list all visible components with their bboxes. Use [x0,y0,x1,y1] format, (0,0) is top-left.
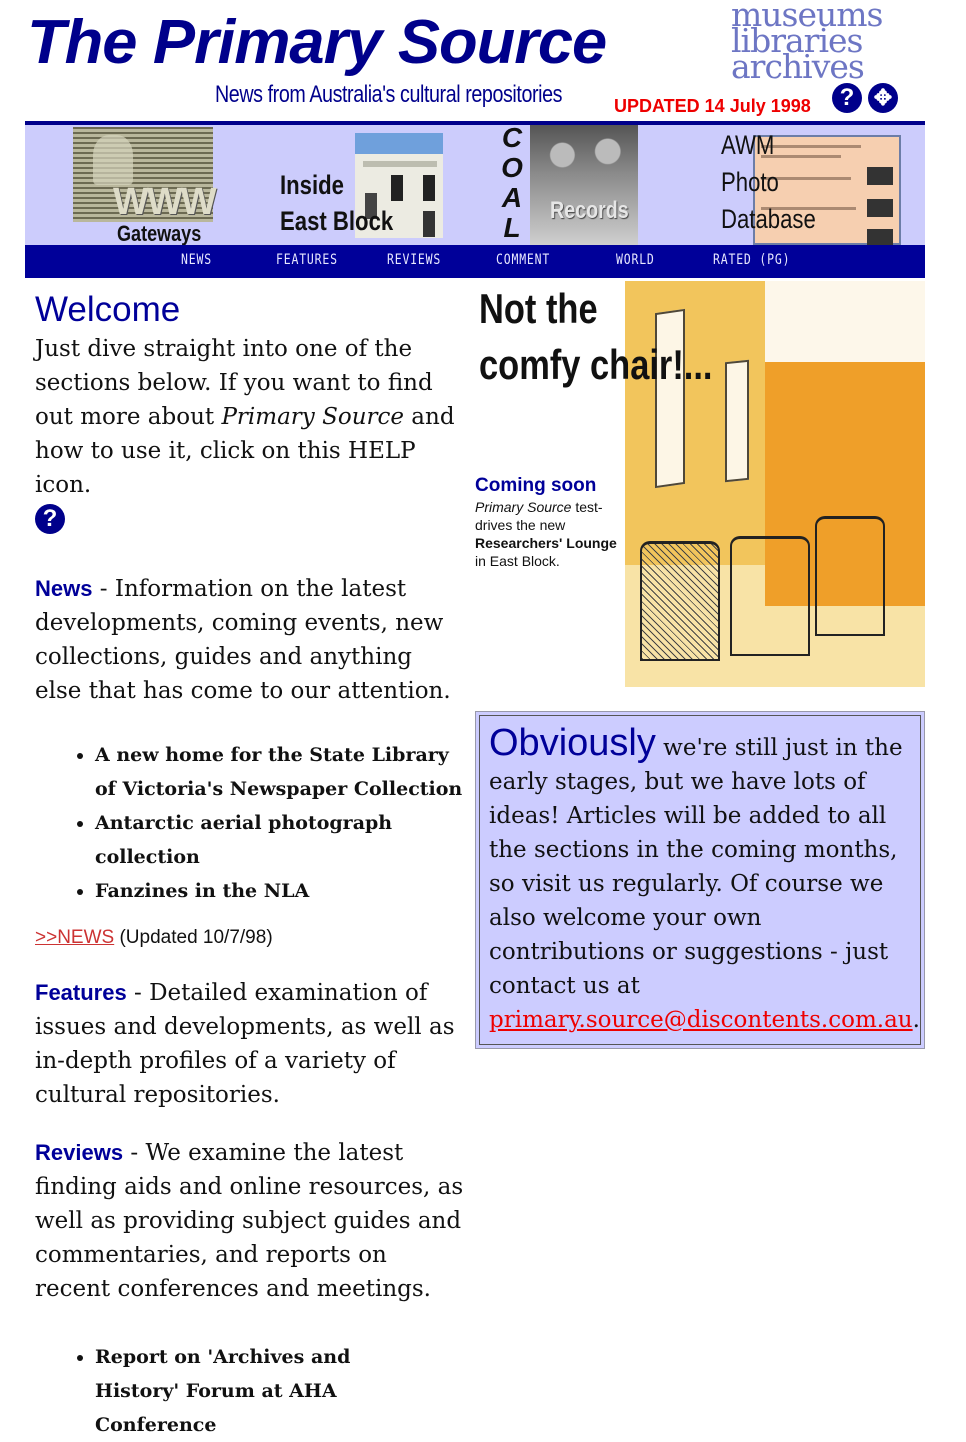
promo-headline: Not the comfy chair!... [479,281,713,393]
www-overlay-text: WWW [113,181,217,223]
help-icon[interactable]: ? [832,83,862,113]
notice-lead: Obviously [489,722,656,764]
notice-box: Obviously we're still just in the early … [475,711,925,1049]
features-section-link[interactable]: Features [35,980,127,1005]
list-item: Report on 'Archives and History' Forum a… [95,1340,435,1442]
body-italic: Primary Source [475,499,572,515]
body-bold: Researchers' Lounge [475,535,617,551]
site-logo-title[interactable]: The Primary Source [27,4,607,82]
feature-banner: WWW Gateways Inside East Block C O A L R… [25,125,925,245]
masthead: The Primary Source News from Australia's… [25,0,925,122]
news-more-link[interactable]: >>NEWS [35,927,114,948]
main-content: Welcome Just dive straight into one of t… [35,288,465,1442]
awm-line: Photo [721,167,779,197]
body-text: in East Block. [475,553,560,569]
coal-letter: O [501,152,523,183]
nav-news[interactable]: NEWS [181,252,212,268]
news-text: - Information on the latest developments… [35,576,451,704]
list-item: Fanzines in the NLA [95,874,465,908]
coal-letter: L [503,212,521,243]
inside-east-block-banner-link[interactable]: Inside East Block [280,133,445,245]
gateways-banner-link[interactable]: WWW Gateways [73,127,218,245]
promo-headline-line: Not the [479,285,598,332]
tagline-archives: archives [731,47,865,86]
news-headline-link[interactable]: A new home for the State Library of Vict… [95,744,462,800]
awm-label: AWM Photo Database [721,127,816,238]
news-more: >>NEWS (Updated 10/7/98) [35,926,465,950]
east-block-label: Inside East Block [280,167,393,239]
coming-soon-blurb: Coming soon Primary Source test-drives t… [475,474,625,570]
nav-rated-pg[interactable]: RATED (PG) [713,252,790,268]
news-headlines: A new home for the State Library of Vict… [35,738,465,908]
news-section-link[interactable]: News [35,576,92,601]
east-block-line2: East Block [280,206,394,236]
records-overlay-text: Records [550,197,629,224]
list-item: A new home for the State Library of Vict… [95,738,465,806]
nav-world[interactable]: WORLD [616,252,655,268]
coal-miners-photo [530,125,638,245]
welcome-heading: Welcome [35,290,181,329]
site-subtitle: News from Australia's cultural repositor… [215,81,563,108]
navigate-arrows-icon[interactable]: ✥ [868,83,898,113]
nav-reviews[interactable]: REVIEWS [387,252,441,268]
review-headline-link[interactable]: Report on 'Archives and History' Forum a… [95,1346,350,1436]
awm-line: AWM [721,130,775,160]
news-headline-link[interactable]: Fanzines in the NLA [95,880,309,902]
features-description: Features - Detailed examination of issue… [35,976,465,1112]
coming-soon-title: Coming soon [475,475,597,496]
list-item: Antarctic aerial photograph collection [95,806,465,874]
welcome-intro: Just dive straight into one of the secti… [35,332,465,502]
nav-comment[interactable]: COMMENT [496,252,550,268]
coal-letter: C [501,125,523,153]
main-nav: NEWS FEATURES REVIEWS COMMENT WORLD RATE… [25,245,925,278]
reviews-description: Reviews - We examine the latest finding … [35,1136,465,1306]
notice-body: we're still just in the early stages, bu… [489,735,903,999]
awm-line: Database [721,204,816,234]
gateways-label: Gateways [117,221,202,245]
awm-photo-database-banner-link[interactable]: AWM Photo Database [721,125,911,245]
intro-italic: Primary Source [221,404,404,430]
help-icon[interactable]: ? [35,504,65,534]
reviews-headlines: Report on 'Archives and History' Forum a… [35,1340,465,1442]
news-updated-note: (Updated 10/7/98) [114,927,273,948]
east-block-line1: Inside [280,170,344,200]
coming-soon-body: Primary Source test-drives the new Resea… [475,498,625,570]
researchers-lounge-promo[interactable]: Not the comfy chair!... Coming soon Prim… [475,281,925,687]
contact-email-link[interactable]: primary.source@discontents.com.au [489,1007,913,1033]
coal-vertical-text: C O A L [500,125,524,243]
nav-features[interactable]: FEATURES [276,252,338,268]
notice-text: Obviously we're still just in the early … [489,724,920,1037]
news-headline-link[interactable]: Antarctic aerial photograph collection [95,812,392,868]
notice-inner: Obviously we're still just in the early … [479,715,921,1045]
reviews-section-link[interactable]: Reviews [35,1140,123,1165]
coal-records-banner-link[interactable]: C O A L Records [500,125,640,245]
notice-end: . [912,1007,920,1033]
museums-libraries-archives-logo: museums libraries archives [731,0,883,86]
updated-date: UPDATED 14 July 1998 [614,96,811,116]
news-description: News - Information on the latest develop… [35,572,465,708]
promo-headline-line: comfy chair!... [479,341,713,388]
coal-letter: A [501,182,523,213]
